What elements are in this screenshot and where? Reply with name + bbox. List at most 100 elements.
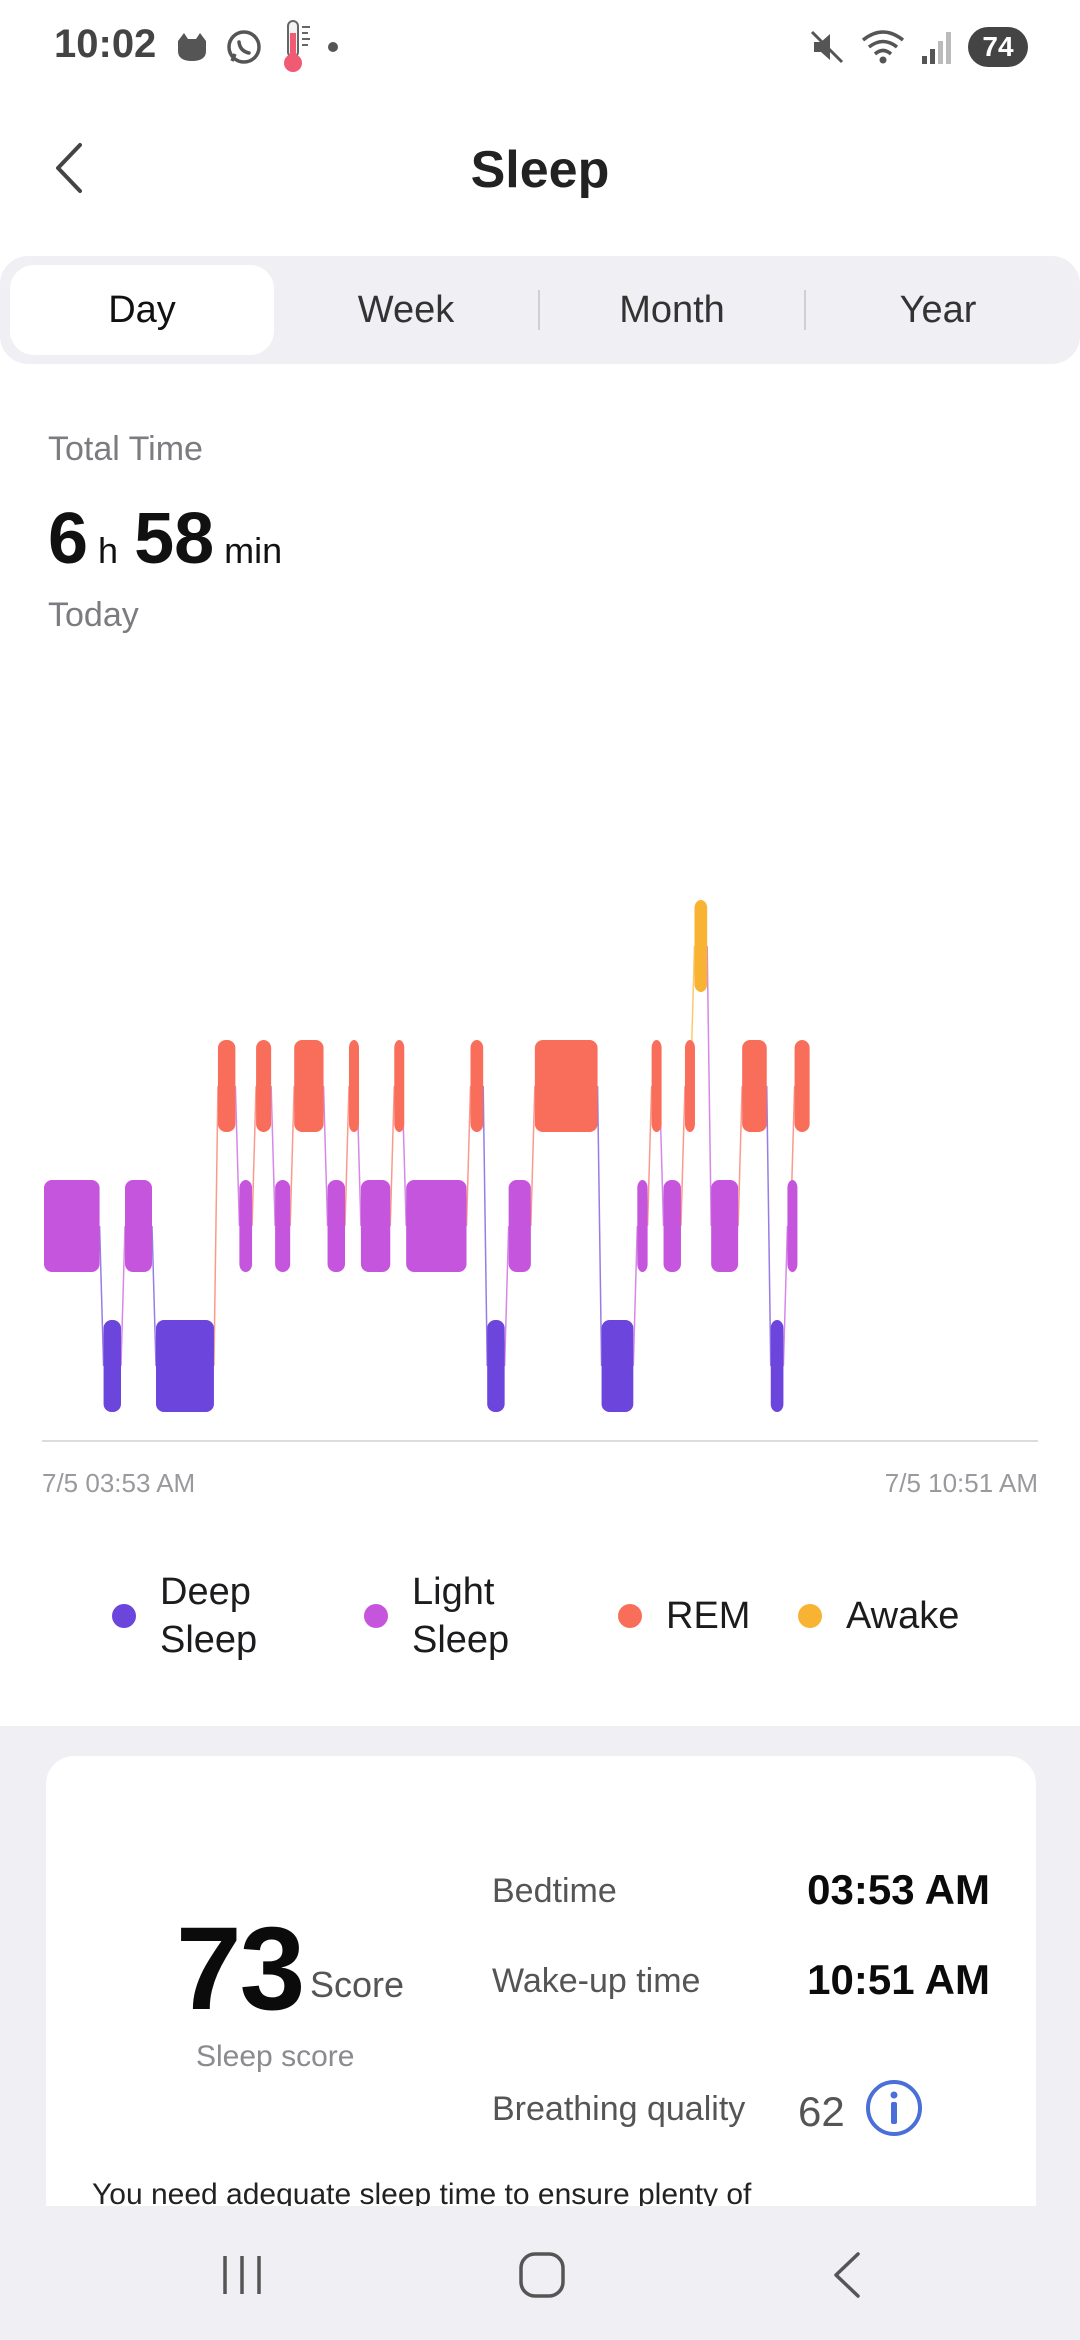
status-time: 10:02: [54, 22, 157, 66]
total-time-label: Total Time: [48, 430, 203, 468]
thermometer-icon: [284, 20, 310, 72]
system-navigation-bar: [0, 2206, 1080, 2340]
home-button[interactable]: [502, 2240, 582, 2310]
sleep-stage-block-light-sleep: [406, 1180, 467, 1272]
sleep-stage-block-light-sleep: [663, 1180, 681, 1272]
stage-transition-line: [344, 1085, 350, 1227]
sleep-stage-block-light-sleep: [44, 1180, 100, 1272]
stage-transition-line: [251, 1085, 257, 1227]
status-left-icons: [172, 20, 338, 72]
hours-unit: h: [98, 530, 119, 571]
home-icon: [519, 2252, 565, 2298]
sleep-stage-block-light-sleep: [327, 1180, 345, 1272]
breathing-quality-value: 62: [798, 2088, 845, 2135]
chart-end-label: 7/5 10:51 AM: [884, 1468, 1038, 1498]
mute-icon: [810, 30, 844, 64]
info-icon[interactable]: [864, 2078, 924, 2138]
sleep-stage-block-light-sleep: [508, 1180, 531, 1272]
stage-transition-line: [98, 1225, 105, 1367]
sleep-score-value: 73: [176, 1903, 305, 2035]
pet-notification-icon: [178, 33, 206, 61]
sleep-stage-block-rem: [256, 1040, 272, 1132]
sleep-stage-block-rem: [217, 1040, 236, 1132]
legend-dot-light-sleep: [364, 1604, 388, 1628]
sleep-stage-block-light-sleep: [275, 1180, 291, 1272]
sleep-stage-block-light-sleep: [239, 1180, 253, 1272]
legend-item-rem: REM: [618, 1592, 750, 1640]
stage-transition-line: [503, 1225, 510, 1367]
sleep-score-label: Sleep score: [196, 2040, 355, 2073]
stage-transition-line: [782, 1225, 789, 1367]
signal-icon: [922, 32, 951, 64]
whatsapp-icon: [227, 30, 261, 64]
sleep-score-unit: Score: [310, 1964, 405, 2005]
system-back-button[interactable]: [806, 2240, 886, 2310]
legend-label: Light Sleep: [412, 1571, 510, 1661]
status-right-icons: 74: [808, 22, 1028, 72]
sleep-stage-block-light-sleep: [125, 1180, 152, 1272]
breathing-quality-label: Breathing quality: [492, 2090, 746, 2128]
legend-dot-awake: [798, 1604, 822, 1628]
sleep-stage-block-light-sleep: [637, 1180, 648, 1272]
stage-transition-line: [530, 1085, 536, 1227]
period-tabs: Day Week Month Year: [0, 256, 1080, 364]
sleep-stage-block-rem: [651, 1040, 662, 1132]
legend-dot-deep-sleep: [112, 1604, 136, 1628]
status-bar: 10:02 74: [0, 0, 1080, 96]
stage-transition-line: [632, 1225, 639, 1367]
bedtime-label: Bedtime: [492, 1872, 617, 1910]
back-icon: [834, 2252, 860, 2298]
sleep-stage-block-rem: [534, 1040, 598, 1132]
stage-transition-line: [270, 1085, 276, 1227]
total-time-value: 6 h 58 min: [48, 498, 298, 580]
sleep-stage-block-rem: [348, 1040, 359, 1132]
legend-dot-rem: [618, 1604, 642, 1628]
stage-transition-line: [213, 1085, 219, 1367]
stage-transition-line: [389, 1085, 396, 1227]
wake-up-time-value: 10:51 AM: [807, 1956, 990, 2003]
legend-item-light-sleep: Light Sleep: [364, 1568, 522, 1664]
chart-start-label: 7/5 03:53 AM: [42, 1468, 196, 1498]
sleep-stage-block-awake: [694, 900, 708, 992]
page-title: Sleep: [470, 141, 610, 199]
sleep-score-card[interactable]: 73 Score Sleep score Bedtime 03:53 AM Wa…: [46, 1756, 1036, 2206]
legend-label: REM: [666, 1595, 751, 1637]
tab-week[interactable]: Week: [274, 265, 538, 355]
sleep-stage-block-deep-sleep: [601, 1320, 634, 1412]
stage-transition-line: [234, 1085, 241, 1227]
stage-transition-line: [482, 1085, 488, 1367]
stage-transition-line: [680, 1085, 686, 1227]
sleep-stage-block-deep-sleep: [770, 1320, 784, 1412]
legend-label: Deep Sleep: [160, 1571, 258, 1661]
period-label: Today: [48, 596, 139, 634]
tab-month[interactable]: Month: [540, 265, 804, 355]
hours-value: 6: [48, 499, 89, 579]
stage-transition-line: [737, 1085, 743, 1227]
recent-apps-button[interactable]: [202, 2240, 282, 2310]
sleep-stage-block-deep-sleep: [155, 1320, 214, 1412]
wifi-icon: [861, 30, 905, 64]
stage-transition-line: [706, 945, 712, 1227]
battery-indicator: 74: [968, 27, 1028, 67]
stage-transition-line: [151, 1225, 157, 1367]
stage-transition-line: [322, 1085, 329, 1227]
legend-item-deep-sleep: Deep Sleep: [112, 1568, 270, 1664]
tab-year[interactable]: Year: [806, 265, 1070, 355]
sleep-stage-block-rem: [794, 1040, 810, 1132]
sleep-stage-chart[interactable]: [0, 860, 1080, 1560]
more-notifications-dot: [328, 42, 338, 52]
minutes-value: 58: [134, 499, 215, 579]
sleep-stage-block-rem: [394, 1040, 405, 1132]
stage-transition-line: [646, 1085, 653, 1227]
sleep-stage-block-light-sleep: [360, 1180, 391, 1272]
wake-up-time-label: Wake-up time: [492, 1962, 701, 2000]
sleep-stage-block-rem: [470, 1040, 484, 1132]
tab-day[interactable]: Day: [10, 265, 274, 355]
stage-transition-line: [120, 1225, 126, 1367]
legend-item-awake: Awake: [798, 1592, 959, 1640]
chart-legend: Deep Sleep Light Sleep REM Awake: [0, 1568, 1080, 1668]
sleep-stage-block-rem: [742, 1040, 767, 1132]
sleep-stage-block-deep-sleep: [487, 1320, 505, 1412]
sleep-advice-text: You need adequate sleep time to ensure p…: [92, 2178, 752, 2206]
bedtime-value: 03:53 AM: [807, 1866, 990, 1913]
